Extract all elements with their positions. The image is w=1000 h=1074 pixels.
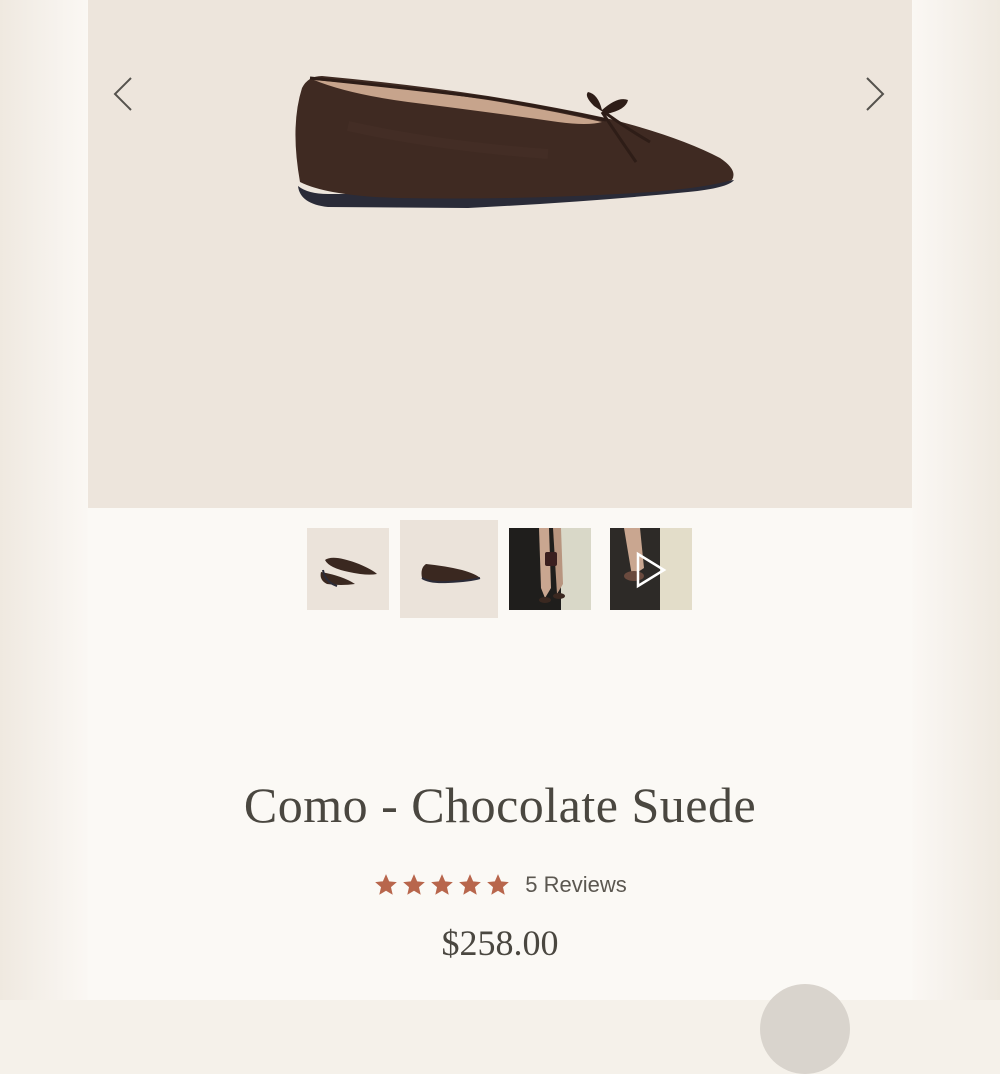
floating-action-button[interactable]	[760, 984, 850, 1074]
star-icon	[487, 874, 510, 895]
thumbnail-lifestyle[interactable]	[509, 528, 591, 610]
star-icon	[403, 874, 426, 895]
product-main-image	[288, 66, 748, 231]
thumbnail-shoe-side[interactable]	[400, 520, 498, 618]
star-rating	[373, 872, 511, 898]
product-page: Como - Chocolate Suede 5 Reviews $258.00	[88, 0, 912, 1000]
product-image-gallery[interactable]	[88, 0, 912, 508]
thumbnail-video[interactable]	[610, 528, 692, 610]
reviews-link[interactable]: 5 Reviews	[525, 872, 626, 898]
star-icon	[431, 874, 454, 895]
chevron-right-icon[interactable]	[854, 72, 894, 116]
star-icon	[459, 874, 482, 895]
chevron-left-icon[interactable]	[104, 72, 144, 116]
product-title: Como - Chocolate Suede	[243, 777, 757, 833]
star-icon	[375, 874, 398, 895]
rating-row: 5 Reviews	[88, 868, 912, 902]
product-price: $258.00	[441, 923, 559, 963]
thumbnail-shoe-pair[interactable]	[307, 528, 389, 610]
thumbnail-strip	[88, 520, 912, 620]
